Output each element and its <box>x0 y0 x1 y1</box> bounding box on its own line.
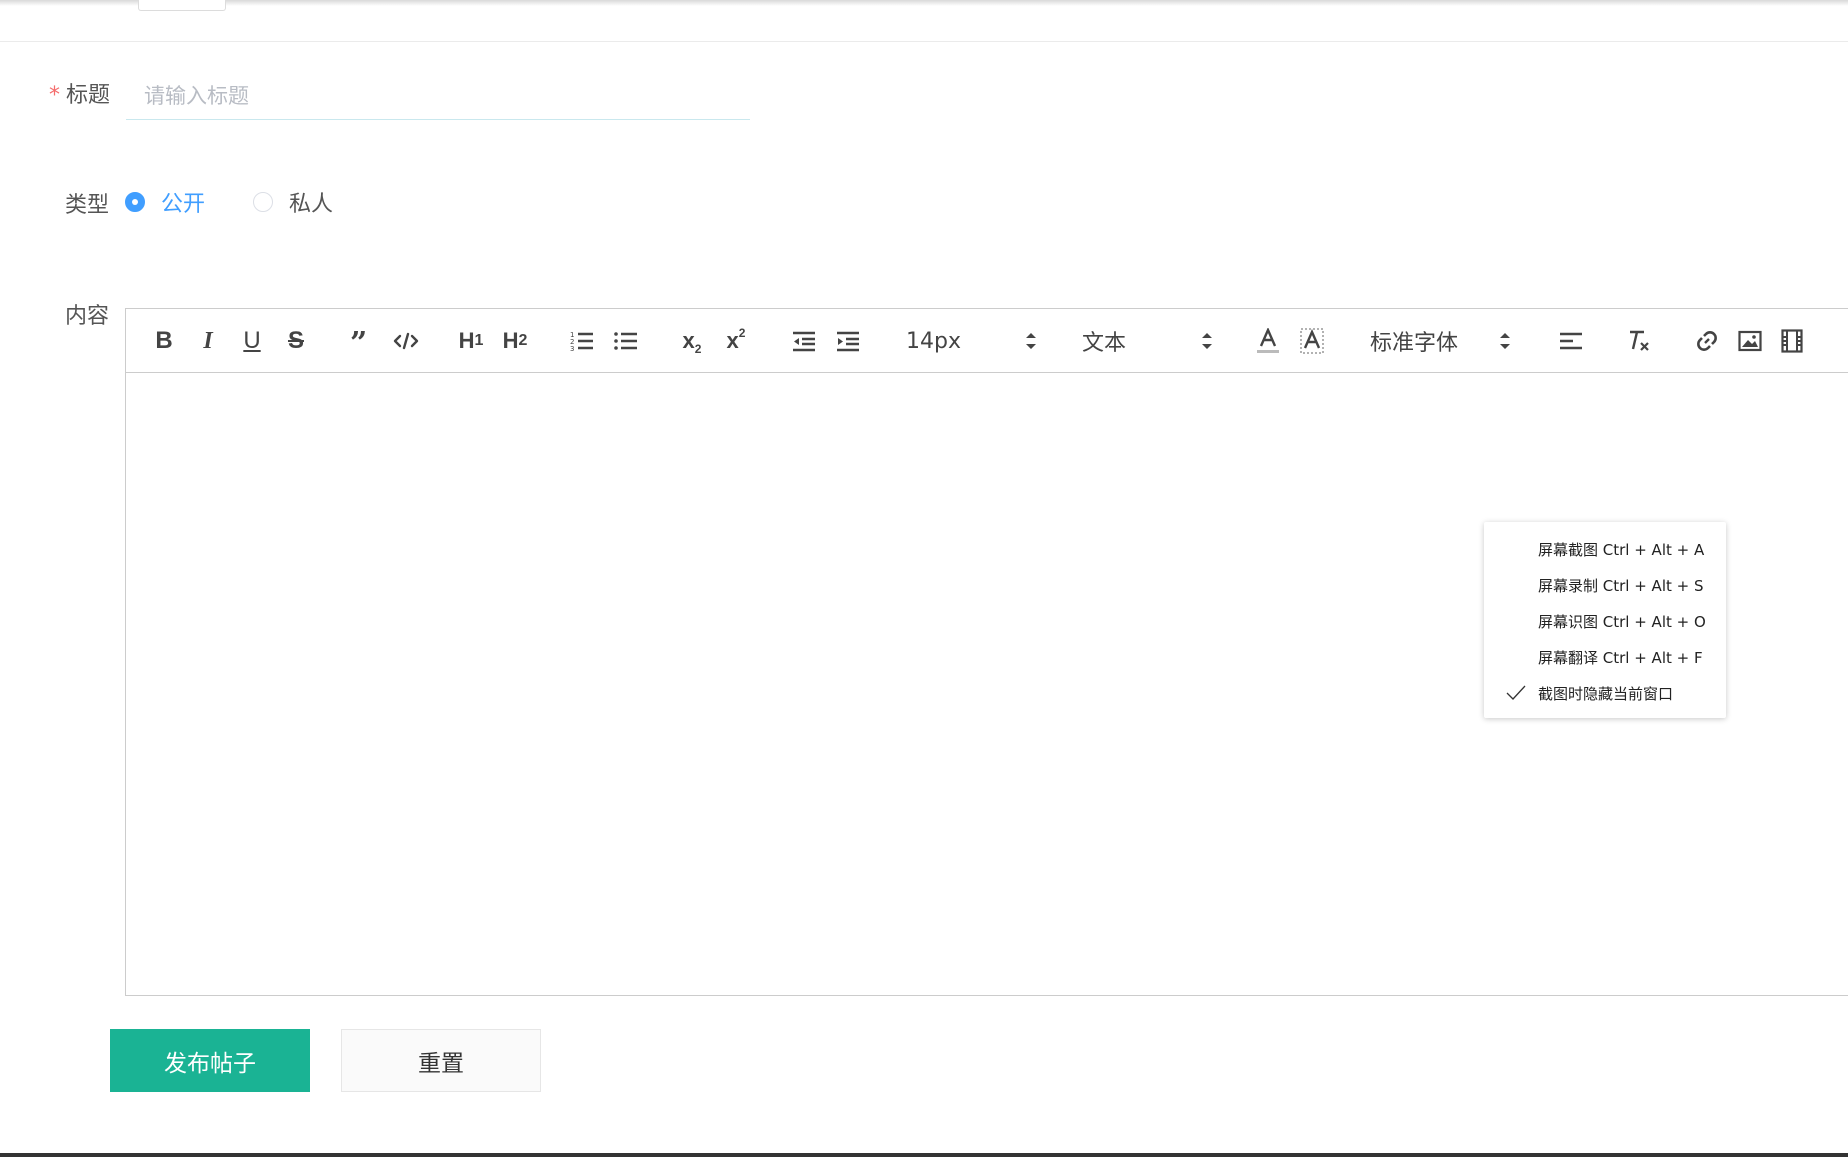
top-tab-edge <box>138 0 226 11</box>
title-label-text: 标题 <box>66 83 111 108</box>
subscript-icon[interactable]: x2 <box>678 323 706 359</box>
link-icon[interactable] <box>1692 323 1722 359</box>
video-icon[interactable] <box>1778 323 1806 359</box>
menu-item-screen-translate[interactable]: 屏幕翻译 Ctrl + Alt + F <box>1484 640 1726 674</box>
menu-item-label: 屏幕截图 Ctrl + Alt + A <box>1538 540 1705 559</box>
header-picker-value: 文本 <box>1082 331 1127 356</box>
screenshot-context-menu: 屏幕截图 Ctrl + Alt + A 屏幕录制 Ctrl + Alt + S … <box>1484 522 1726 718</box>
type-label: 类型 <box>65 193 110 218</box>
outdent-icon[interactable] <box>790 323 818 359</box>
code-block-icon[interactable] <box>392 323 420 359</box>
font-color-icon[interactable] <box>1254 323 1282 359</box>
radio-public[interactable]: 公开 <box>125 186 205 218</box>
menu-item-label: 屏幕翻译 Ctrl + Alt + F <box>1538 648 1703 667</box>
image-icon[interactable] <box>1736 323 1764 359</box>
reset-button[interactable]: 重置 <box>341 1029 541 1092</box>
font-size-picker[interactable]: 14px <box>906 323 1042 359</box>
required-mark: * <box>49 83 60 108</box>
menu-item-screenshot[interactable]: 屏幕截图 Ctrl + Alt + A <box>1484 532 1726 566</box>
h1-icon[interactable]: H1 <box>454 323 488 359</box>
bullet-list-icon[interactable] <box>612 323 640 359</box>
strike-icon[interactable]: S <box>282 323 310 359</box>
font-family-picker[interactable]: 标准字体 <box>1370 323 1510 359</box>
title-input[interactable] <box>126 72 750 120</box>
editor-toolbar: B I U S ” H1 H2 123 x2 x2 14px 文本 标准字体 <box>126 309 1848 373</box>
radio-checked-indicator[interactable] <box>125 192 145 212</box>
menu-item-label: 屏幕录制 Ctrl + Alt + S <box>1538 576 1704 595</box>
svg-text:”: ” <box>350 331 367 351</box>
radio-unchecked-indicator[interactable] <box>253 192 273 212</box>
align-icon[interactable] <box>1556 323 1586 359</box>
font-size-value: 14px <box>906 328 961 354</box>
bold-icon[interactable]: B <box>150 323 178 359</box>
menu-item-hide-window[interactable]: 截图时隐藏当前窗口 <box>1484 676 1726 710</box>
underline-icon[interactable]: U <box>238 323 266 359</box>
background-color-icon[interactable] <box>1298 323 1326 359</box>
header-picker[interactable]: 文本 <box>1082 323 1218 359</box>
svg-text:3: 3 <box>570 345 574 352</box>
check-icon <box>1506 685 1526 700</box>
radio-private[interactable]: 私人 <box>253 186 333 218</box>
h2-icon[interactable]: H2 <box>498 323 532 359</box>
superscript-icon[interactable]: x2 <box>722 323 750 359</box>
content-label: 内容 <box>65 304 110 329</box>
menu-item-label: 屏幕识图 Ctrl + Alt + O <box>1538 612 1706 631</box>
blockquote-icon[interactable]: ” <box>348 323 376 359</box>
radio-public-label: 公开 <box>161 192 206 217</box>
clear-format-icon[interactable] <box>1624 323 1654 359</box>
ordered-list-icon[interactable]: 123 <box>568 323 596 359</box>
menu-item-screen-ocr[interactable]: 屏幕识图 Ctrl + Alt + O <box>1484 604 1726 638</box>
menu-item-screen-record[interactable]: 屏幕录制 Ctrl + Alt + S <box>1484 568 1726 602</box>
top-shadow <box>0 0 1848 6</box>
top-divider <box>0 41 1848 42</box>
italic-icon[interactable]: I <box>194 323 222 359</box>
radio-private-label: 私人 <box>289 192 334 217</box>
submit-post-button[interactable]: 发布帖子 <box>110 1029 310 1092</box>
bottom-border <box>0 1153 1848 1157</box>
menu-item-label: 截图时隐藏当前窗口 <box>1538 684 1674 703</box>
font-family-value: 标准字体 <box>1370 331 1459 356</box>
title-label: * 标题 <box>49 77 110 109</box>
indent-icon[interactable] <box>834 323 862 359</box>
